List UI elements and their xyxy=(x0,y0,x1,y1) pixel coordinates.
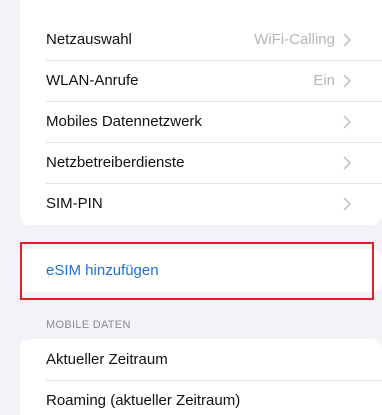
settings-screen: Netzauswahl WiFi-Calling WLAN-Anrufe Ein… xyxy=(0,0,382,415)
row-value: Ein xyxy=(313,72,335,89)
chevron-right-icon xyxy=(343,115,352,129)
row-mobiles-datennetzwerk[interactable]: Mobiles Datennetzwerk xyxy=(20,101,382,142)
row-label: Aktueller Zeitraum xyxy=(46,351,168,368)
row-wlan-anrufe[interactable]: WLAN-Anrufe Ein xyxy=(20,60,382,101)
row-label: Roaming (aktueller Zeitraum) xyxy=(46,392,241,409)
mobile-data-group: Aktueller Zeitraum Roaming (aktueller Ze… xyxy=(20,339,382,415)
add-esim-button[interactable]: eSIM hinzufügen xyxy=(20,249,382,292)
add-esim-label: eSIM hinzufügen xyxy=(46,262,159,279)
row-label: Netzauswahl xyxy=(46,31,132,48)
row-aktueller-zeitraum[interactable]: Aktueller Zeitraum xyxy=(20,339,382,380)
mobile-data-section-header: MOBILE DATEN xyxy=(46,319,131,331)
chevron-right-icon xyxy=(343,74,352,88)
row-sim-pin[interactable]: SIM-PIN xyxy=(20,183,382,224)
chevron-right-icon xyxy=(343,156,352,170)
row-label: SIM-PIN xyxy=(46,195,103,212)
row-netzauswahl[interactable]: Netzauswahl WiFi-Calling xyxy=(20,19,382,60)
esim-group: eSIM hinzufügen xyxy=(20,249,382,292)
row-value: WiFi-Calling xyxy=(254,31,335,48)
cellular-settings-group: Netzauswahl WiFi-Calling WLAN-Anrufe Ein… xyxy=(20,0,382,225)
row-netzbetreiberdienste[interactable]: Netzbetreiberdienste xyxy=(20,142,382,183)
row-roaming-aktueller-zeitraum[interactable]: Roaming (aktueller Zeitraum) xyxy=(20,380,382,415)
row-label: WLAN-Anrufe xyxy=(46,72,139,89)
row-label: Mobiles Datennetzwerk xyxy=(46,113,202,130)
row-label: Netzbetreiberdienste xyxy=(46,154,185,171)
chevron-right-icon xyxy=(343,197,352,211)
chevron-right-icon xyxy=(343,33,352,47)
